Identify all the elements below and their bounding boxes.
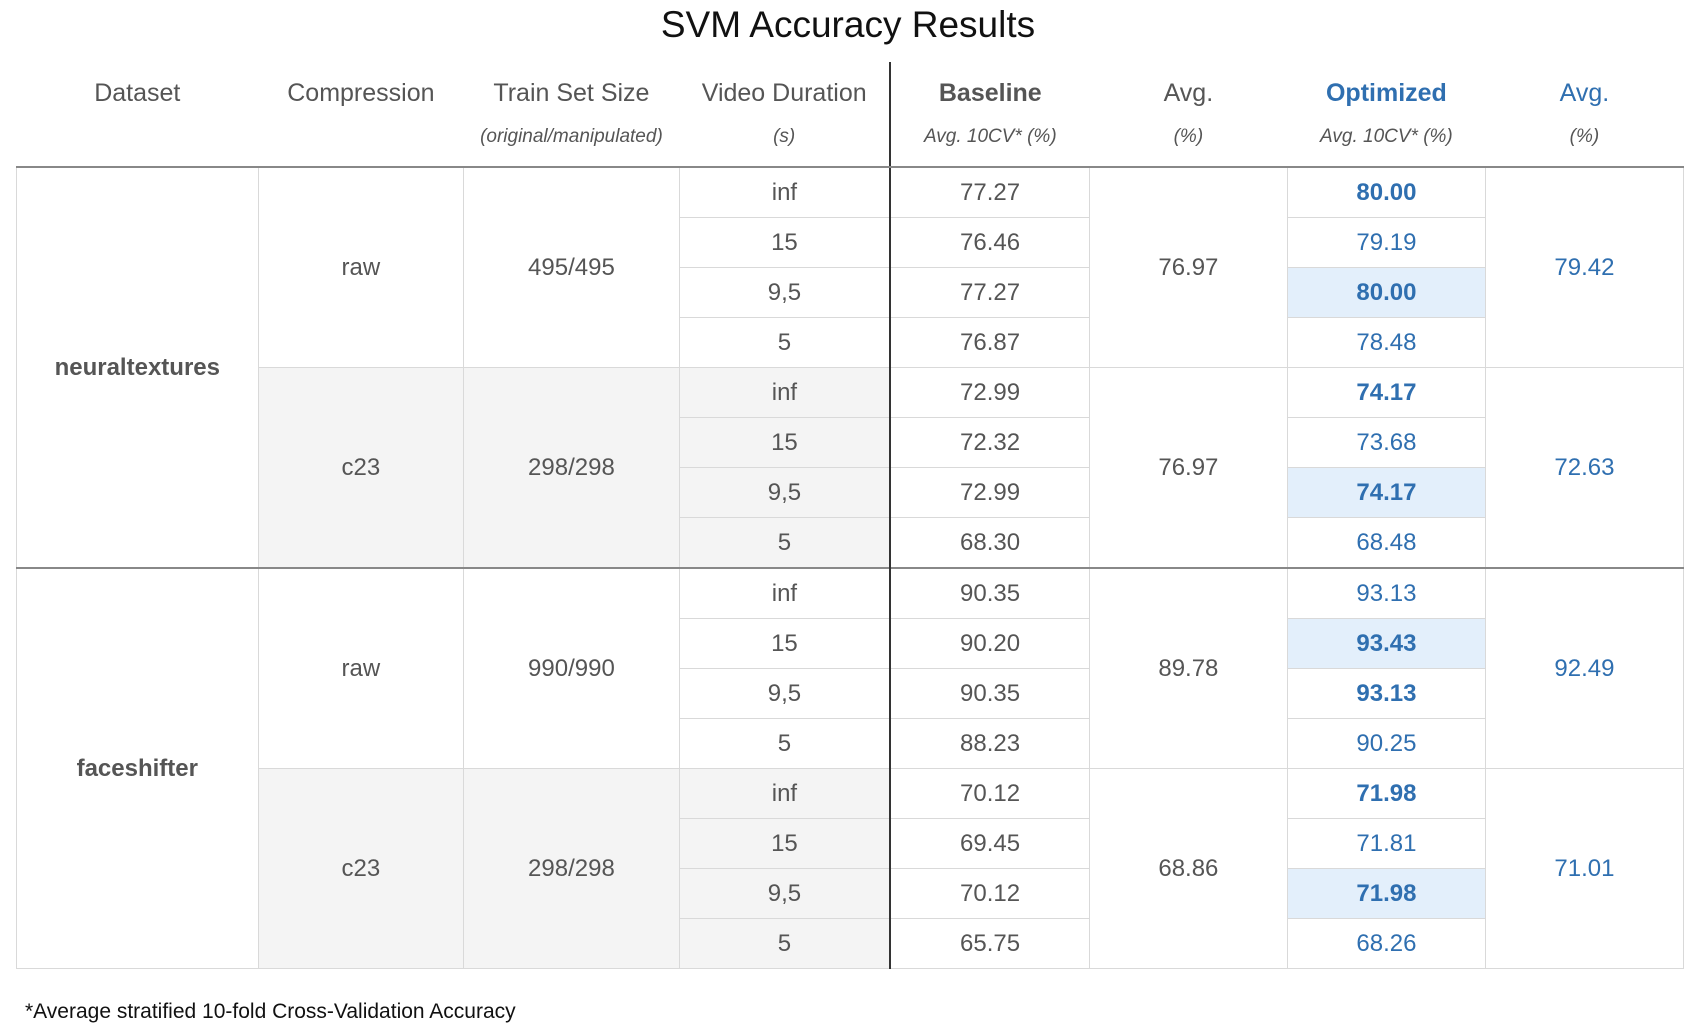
compression-cell: raw	[257, 166, 465, 368]
optimized-cell: 71.81	[1286, 818, 1486, 869]
duration-cell: 15	[678, 818, 891, 869]
col-header-baseline-avg: Avg.	[1163, 78, 1214, 107]
col-header-compression: Compression	[287, 78, 435, 107]
baseline-avg-cell: 68.86	[1088, 768, 1288, 969]
dataset-cell: neuraltextures	[16, 166, 259, 569]
col-header-optimized: Optimized	[1325, 78, 1447, 107]
optimized-cell: 80.00	[1286, 166, 1486, 218]
optimized-cell: 74.17	[1286, 367, 1486, 418]
train-size-cell: 298/298	[463, 367, 680, 569]
table-title: SVM Accuracy Results	[660, 4, 1036, 45]
baseline-cell: 70.12	[889, 868, 1090, 919]
table-row: c23 298/298 inf 72.99 76.97 74.17 72.63	[17, 367, 1685, 569]
table-row: faceshifter raw 990/990 inf 90.35 89.78 …	[16, 567, 1685, 969]
col-header-dataset: Dataset	[94, 78, 181, 107]
duration-cell: 9,5	[678, 467, 891, 518]
col-subheader-optimized: Avg. 10CV* (%)	[1287, 118, 1486, 168]
compression-cell: c23	[257, 768, 465, 969]
duration-cell: inf	[678, 768, 891, 819]
baseline-avg-cell: 76.97	[1088, 166, 1288, 368]
baseline-cell: 77.27	[889, 267, 1090, 318]
compression-cell: c23	[257, 367, 465, 569]
duration-cell: 5	[678, 317, 891, 368]
duration-cell: inf	[678, 367, 891, 418]
baseline-avg-cell: 76.97	[1088, 367, 1288, 569]
col-subheader-video-duration: (s)	[679, 118, 891, 168]
table-row: c23 298/298 inf 70.12 68.86 71.98 71.01	[17, 768, 1685, 969]
train-size-cell: 298/298	[463, 768, 680, 969]
baseline-cell: 72.99	[889, 467, 1090, 518]
duration-cell: 5	[678, 918, 891, 969]
optimized-cell: 93.13	[1286, 668, 1486, 719]
col-subheader-dataset	[16, 118, 259, 168]
baseline-cell: 69.45	[889, 818, 1090, 869]
baseline-cell: 72.99	[889, 367, 1090, 418]
optimized-cell: 90.25	[1286, 718, 1486, 769]
optimized-cell: 74.17	[1286, 467, 1486, 518]
optimized-cell: 80.00	[1286, 267, 1486, 318]
train-size-cell: 495/495	[463, 166, 680, 368]
baseline-avg-cell: 89.78	[1088, 567, 1288, 769]
optimized-cell: 73.68	[1286, 417, 1486, 468]
optimized-cell: 93.13	[1286, 567, 1486, 619]
col-subheader-baseline: Avg. 10CV* (%)	[889, 118, 1090, 168]
col-subheader-compression	[258, 118, 464, 168]
baseline-cell: 70.12	[889, 768, 1090, 819]
baseline-cell: 65.75	[889, 918, 1090, 969]
col-header-baseline: Baseline	[889, 62, 1090, 118]
table-row: neuraltextures raw 495/495 inf 77.27 76.…	[16, 166, 1685, 569]
duration-cell: inf	[678, 567, 891, 619]
baseline-cell: 68.30	[889, 517, 1090, 569]
optimized-avg-cell: 79.42	[1484, 166, 1685, 368]
baseline-cell: 90.35	[889, 567, 1090, 619]
results-table: Dataset Compression Train Set Size Video…	[16, 62, 1685, 969]
duration-cell: 15	[678, 417, 891, 468]
optimized-cell: 68.26	[1286, 918, 1486, 969]
compression-cell: raw	[257, 567, 465, 769]
baseline-cell: 90.35	[889, 668, 1090, 719]
duration-cell: 9,5	[678, 668, 891, 719]
optimized-cell: 68.48	[1286, 517, 1486, 569]
baseline-cell: 72.32	[889, 417, 1090, 468]
optimized-avg-cell: 72.63	[1484, 367, 1685, 569]
baseline-cell: 76.87	[889, 317, 1090, 368]
duration-cell: 15	[678, 618, 891, 669]
footnote: *Average stratified 10-fold Cross-Valida…	[25, 1000, 516, 1023]
duration-cell: 5	[678, 718, 891, 769]
optimized-cell: 78.48	[1286, 317, 1486, 368]
col-header-optimized-avg: Avg.	[1559, 78, 1610, 107]
col-header-video-duration: Video Duration	[701, 78, 867, 107]
baseline-cell: 88.23	[889, 718, 1090, 769]
optimized-cell: 93.43	[1286, 618, 1486, 669]
col-subheader-baseline-avg: (%)	[1089, 118, 1288, 168]
baseline-cell: 90.20	[889, 618, 1090, 669]
duration-cell: inf	[678, 166, 891, 218]
baseline-cell: 76.46	[889, 217, 1090, 268]
dataset-cell: faceshifter	[16, 567, 259, 969]
optimized-avg-cell: 92.49	[1484, 567, 1685, 769]
duration-cell: 15	[678, 217, 891, 268]
optimized-cell: 71.98	[1286, 768, 1486, 819]
col-header-train-set-size: Train Set Size	[493, 78, 650, 107]
col-subheader-train-set-size: (original/manipulated)	[463, 118, 680, 168]
train-size-cell: 990/990	[463, 567, 680, 769]
optimized-cell: 79.19	[1286, 217, 1486, 268]
optimized-avg-cell: 71.01	[1484, 768, 1685, 969]
duration-cell: 5	[678, 517, 891, 569]
duration-cell: 9,5	[678, 267, 891, 318]
col-subheader-optimized-avg: (%)	[1485, 118, 1684, 168]
optimized-cell: 71.98	[1286, 868, 1486, 919]
baseline-cell: 77.27	[889, 166, 1090, 218]
duration-cell: 9,5	[678, 868, 891, 919]
